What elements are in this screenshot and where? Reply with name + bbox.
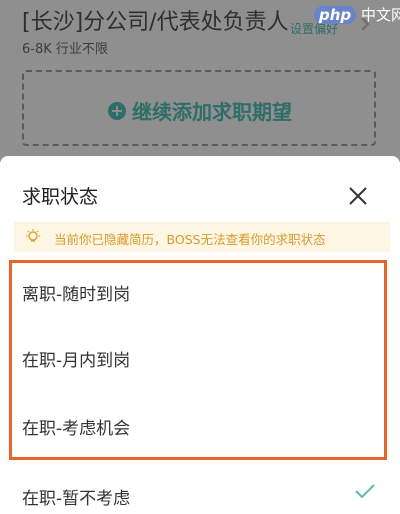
notice-text: 当前你已隐藏简历，BOSS无法查看你的求职状态 xyxy=(54,232,326,247)
job-status-sheet: 求职状态 当前你已隐藏简历，BOSS无法查看你的求职状态 离职-随时到岗 在职-… xyxy=(0,156,400,514)
close-icon[interactable] xyxy=(344,182,372,210)
add-job-expectation-label: 继续添加求职期望 xyxy=(132,100,292,124)
checkmark-icon xyxy=(355,484,375,499)
plus-icon: + xyxy=(108,101,126,120)
status-option[interactable]: 离职-随时到岗 xyxy=(22,280,130,305)
status-option-selected[interactable]: 在职-暂不考虑 xyxy=(22,484,130,509)
job-title[interactable]: [长沙]分公司/代表处负责人 xyxy=(22,4,289,36)
job-subtitle: 6-8K 行业不限 xyxy=(22,42,108,57)
sheet-title: 求职状态 xyxy=(22,186,99,208)
watermark-text: 中文网 xyxy=(360,6,400,24)
status-option[interactable]: 在职-月内到岗 xyxy=(22,346,130,371)
hidden-resume-notice: 当前你已隐藏简历，BOSS无法查看你的求职状态 xyxy=(14,222,390,252)
add-job-expectation-box[interactable]: + 继续添加求职期望 xyxy=(22,70,376,146)
watermark-php: php xyxy=(314,6,357,24)
add-job-expectation-button[interactable]: + 继续添加求职期望 xyxy=(108,96,292,125)
background-page: [长沙]分公司/代表处负责人 6-8K 行业不限 设置偏好 php 中文网 + … xyxy=(0,0,400,160)
status-option[interactable]: 在职-考虑机会 xyxy=(22,414,130,439)
lightbulb-icon xyxy=(26,229,40,242)
watermark: php 中文网 xyxy=(314,4,400,25)
